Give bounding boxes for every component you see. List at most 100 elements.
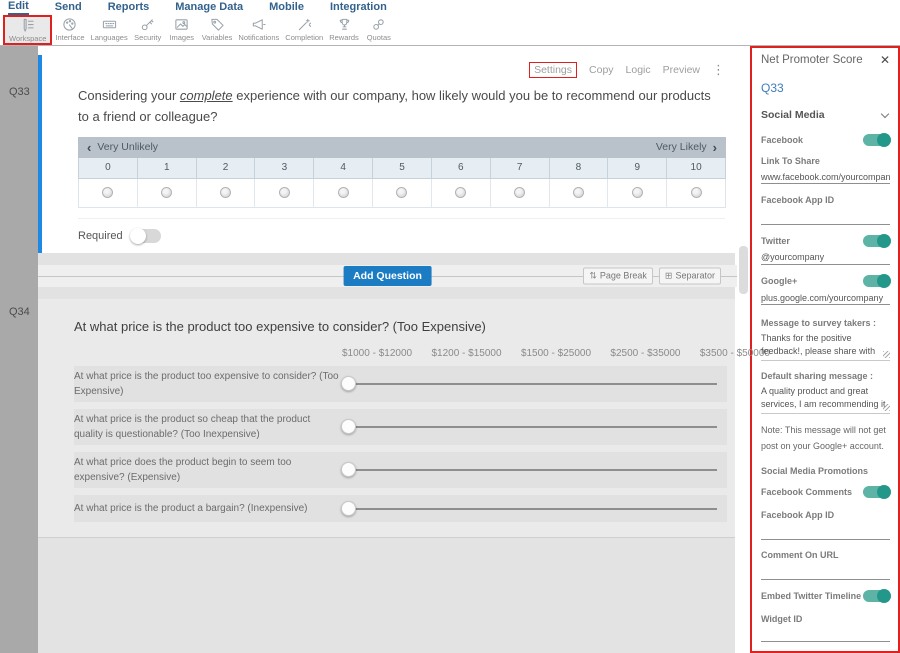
separator-button[interactable]: ⊞Separator	[659, 267, 721, 284]
twitter-toggle[interactable]	[863, 235, 890, 247]
slider-knob[interactable]	[341, 462, 356, 477]
question-text-q34[interactable]: At what price is the product too expensi…	[74, 319, 727, 334]
facebook-app-id-label: Facebook App ID	[761, 195, 890, 205]
radio-icon	[161, 187, 172, 198]
social-media-section-header[interactable]: Social Media	[761, 109, 890, 121]
price-slider-expensive[interactable]	[341, 462, 717, 477]
nps-radio-8[interactable]	[550, 179, 608, 207]
settings-button[interactable]: Settings	[529, 62, 577, 78]
google-plus-note: Note: This message will not get post on …	[761, 422, 890, 454]
slider-row-label: At what price is the product so cheap th…	[74, 412, 339, 442]
menu-item-reports[interactable]: Reports	[108, 1, 150, 14]
radio-icon	[279, 187, 290, 198]
required-row: Required	[78, 218, 725, 243]
menu-item-mobile[interactable]: Mobile	[269, 1, 304, 14]
price-slider-inexpensive[interactable]	[341, 501, 717, 516]
scale-right-arrow-icon[interactable]: ›	[713, 141, 717, 154]
quotas-links-icon	[371, 17, 386, 32]
menu-item-manage-data[interactable]: Manage Data	[175, 1, 243, 14]
nps-radio-4[interactable]	[314, 179, 372, 207]
facebook-toggle[interactable]	[863, 134, 890, 146]
nps-radio-1[interactable]	[138, 179, 196, 207]
toolbar-item-languages[interactable]: Languages	[88, 15, 131, 45]
toolbar-item-completion[interactable]: Completion	[282, 15, 326, 45]
edit-toolbar: Workspace Interface Languages Security I…	[0, 15, 900, 46]
price-slider-too-inexpensive[interactable]	[341, 419, 717, 434]
toolbar-item-variables[interactable]: Variables	[199, 15, 236, 45]
nps-scale-header: ‹Very Unlikely Very Likely›	[78, 137, 726, 158]
resize-grip-icon[interactable]	[883, 351, 890, 358]
default-sharing-message-textarea[interactable]: A quality product and great services, I …	[761, 385, 890, 413]
toolbar-item-notifications[interactable]: Notifications	[235, 15, 282, 45]
twitter-label: Twitter	[761, 236, 790, 246]
nps-radio-row	[78, 179, 726, 208]
required-toggle[interactable]	[131, 229, 161, 243]
question-actions: Settings Copy Logic Preview ⋮	[78, 62, 725, 77]
google-plus-toggle[interactable]	[863, 275, 890, 287]
close-icon[interactable]: ✕	[880, 54, 890, 66]
nps-value: 6	[432, 158, 490, 178]
toolbar-item-quotas[interactable]: Quotas	[362, 15, 396, 45]
scale-right-label: Very Likely	[656, 141, 707, 153]
nps-radio-2[interactable]	[197, 179, 255, 207]
radio-icon	[455, 187, 466, 198]
radio-icon	[338, 187, 349, 198]
toolbar-label: Images	[169, 33, 194, 42]
toolbar-item-interface[interactable]: Interface	[52, 15, 87, 45]
link-to-share-label: Link To Share	[761, 156, 890, 166]
security-key-icon	[140, 17, 155, 32]
toolbar-item-security[interactable]: Security	[131, 15, 165, 45]
radio-icon	[102, 187, 113, 198]
page-break-button[interactable]: ⇅Page Break	[583, 267, 653, 284]
menu-item-edit[interactable]: Edit	[8, 0, 29, 15]
twitter-handle-input[interactable]	[761, 249, 890, 265]
nps-radio-6[interactable]	[432, 179, 490, 207]
card-gap	[38, 253, 735, 265]
facebook-app-id-2-input[interactable]	[761, 522, 890, 540]
panel-title: Net Promoter Score	[761, 54, 863, 66]
resize-grip-icon[interactable]	[883, 404, 890, 411]
required-label: Required	[78, 230, 123, 242]
nps-radio-5[interactable]	[373, 179, 431, 207]
slider-knob[interactable]	[341, 501, 356, 516]
facebook-comments-toggle[interactable]	[863, 486, 890, 498]
question-text-q33[interactable]: Considering your complete experience wit…	[78, 86, 725, 128]
link-to-share-input[interactable]	[761, 168, 890, 184]
gutter-label-q34: Q34	[9, 306, 30, 318]
nps-value: 7	[491, 158, 549, 178]
question-card-q34: At what price is the product too expensi…	[38, 299, 735, 538]
scale-left-arrow-icon[interactable]: ‹	[87, 141, 91, 154]
facebook-app-id-input[interactable]	[761, 207, 890, 225]
google-plus-url-input[interactable]	[761, 289, 890, 305]
slider-knob[interactable]	[341, 419, 356, 434]
nps-radio-7[interactable]	[491, 179, 549, 207]
widget-id-input[interactable]	[761, 626, 890, 642]
twitter-row: Twitter	[761, 235, 890, 247]
price-slider-too-expensive[interactable]	[341, 376, 717, 391]
toolbar-item-workspace[interactable]: Workspace	[3, 15, 52, 45]
notifications-megaphone-icon	[251, 17, 266, 32]
column-header: $1200 - $15000	[431, 348, 501, 359]
nps-value: 4	[314, 158, 372, 178]
menu-item-send[interactable]: Send	[55, 1, 82, 14]
more-options-icon[interactable]: ⋮	[712, 65, 725, 75]
toolbar-item-images[interactable]: Images	[165, 15, 199, 45]
add-question-button[interactable]: Add Question	[343, 266, 432, 286]
embed-twitter-timeline-toggle[interactable]	[863, 590, 890, 602]
nps-radio-0[interactable]	[79, 179, 137, 207]
nps-radio-3[interactable]	[255, 179, 313, 207]
card-gap	[38, 287, 735, 299]
slider-knob[interactable]	[341, 376, 356, 391]
page-break-label: Page Break	[600, 271, 647, 281]
toolbar-item-rewards[interactable]: Rewards	[326, 15, 362, 45]
comment-on-url-input[interactable]	[761, 562, 890, 580]
scrollbar-thumb[interactable]	[739, 246, 748, 294]
images-icon	[174, 17, 189, 32]
copy-button[interactable]: Copy	[589, 64, 614, 76]
message-to-survey-takers-textarea[interactable]: Thanks for the positive feedback!, pleas…	[761, 332, 890, 360]
nps-radio-10[interactable]	[667, 179, 725, 207]
nps-radio-9[interactable]	[608, 179, 666, 207]
menu-item-integration[interactable]: Integration	[330, 1, 387, 14]
preview-button[interactable]: Preview	[663, 64, 700, 76]
logic-button[interactable]: Logic	[626, 64, 651, 76]
